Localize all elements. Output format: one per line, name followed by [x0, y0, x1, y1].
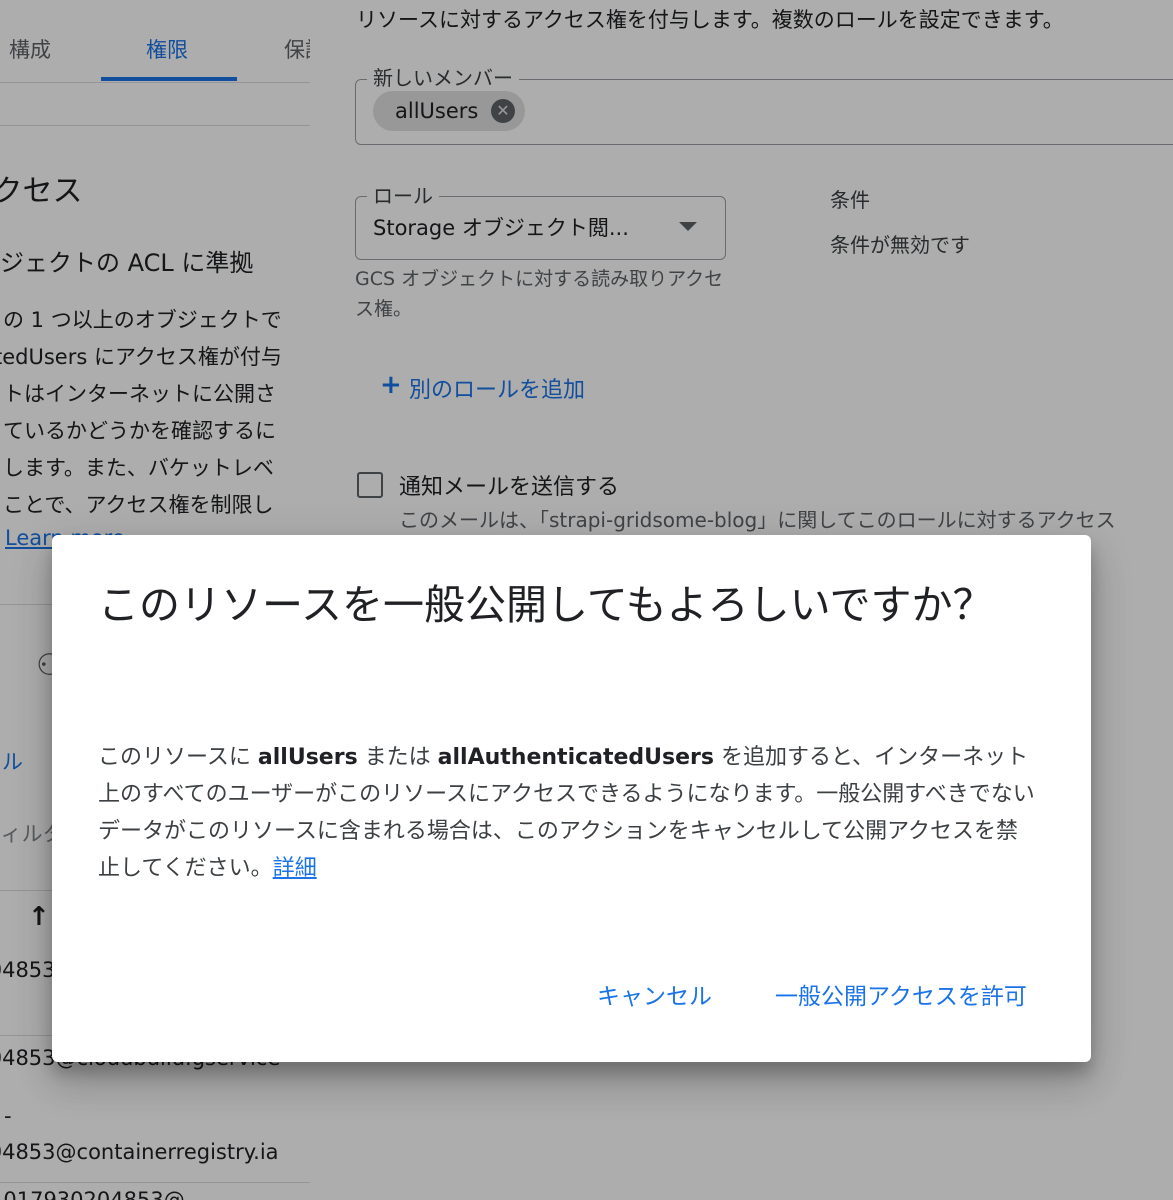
public-access-dialog: このリソースを一般公開してもよろしいですか？ このリソースに allUsers …	[52, 535, 1091, 1062]
details-link[interactable]: 詳細	[273, 856, 317, 881]
dialog-title: このリソースを一般公開してもよろしいですか？	[98, 581, 994, 629]
body-text: このリソースに	[98, 745, 258, 770]
body-bold-allauthenticatedusers: allAuthenticatedUsers	[437, 745, 715, 770]
body-bold-allusers: allUsers	[257, 745, 358, 770]
dialog-body: このリソースに allUsers または allAuthenticatedUse…	[98, 739, 1038, 887]
allow-public-access-button[interactable]: 一般公開アクセスを許可	[775, 977, 1027, 1017]
cancel-button[interactable]: キャンセル	[597, 977, 712, 1017]
body-text: または	[357, 745, 438, 770]
